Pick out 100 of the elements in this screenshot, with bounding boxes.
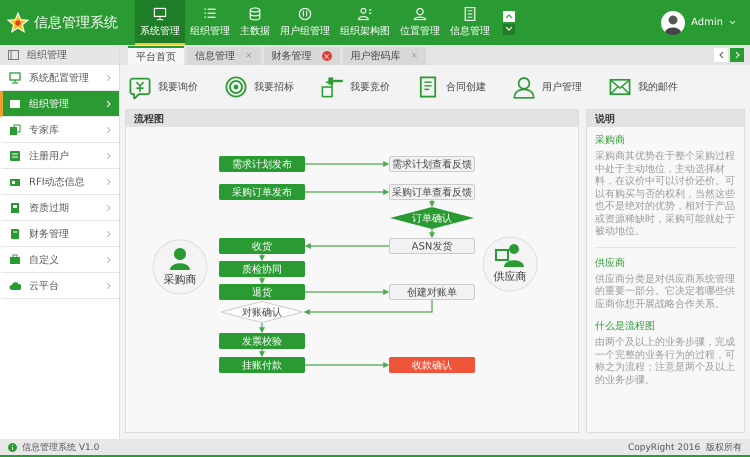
chevron-right-icon [734, 51, 740, 59]
card-icon [9, 98, 21, 110]
flow-step: 收款确认 [389, 357, 475, 373]
briefcase-icon [9, 254, 21, 266]
flow-step: 采购订单查看反馈 [389, 184, 475, 200]
shortcut-link[interactable]: 合同创建 [416, 75, 486, 99]
window-icon [8, 50, 19, 60]
sidebar-item[interactable]: RFI动态信息 [0, 169, 119, 195]
star-logo-icon [7, 12, 29, 34]
circle-icon [297, 6, 313, 22]
nav-item[interactable]: 组织管理 [185, 0, 235, 45]
nav-item[interactable]: 信息管理 [445, 0, 495, 45]
monitor-icon [152, 6, 168, 22]
chevron-icon [106, 282, 111, 290]
shortcut-link[interactable]: 用户管理 [512, 75, 582, 99]
close-button[interactable]: × [322, 51, 332, 61]
user-name[interactable]: Admin [691, 17, 723, 28]
chevron-up-icon [505, 13, 513, 19]
table-icon [9, 150, 21, 162]
sidebar-item[interactable]: 财务管理 [0, 221, 119, 247]
gavel-icon [320, 75, 344, 99]
panel-title: 说明 [595, 112, 615, 126]
flow-arrow [429, 229, 435, 238]
nav-item[interactable]: 用户组管理 [275, 0, 335, 45]
nav-item[interactable]: 系统管理 [135, 0, 185, 45]
flow-arrow [429, 200, 435, 208]
file-icon [9, 202, 21, 214]
chevron-left-icon [718, 51, 724, 59]
document-icon [462, 6, 478, 22]
section-text: 供应商分类是对供应商系统管理的重要一部分。它决定着哪些供应商你想开展战略合作关系。 [595, 274, 736, 311]
copy-icon [9, 124, 21, 136]
shortcut-link[interactable]: 我要询价 [128, 75, 198, 99]
chevron-icon [106, 204, 111, 212]
nav-item[interactable]: 组织架构图 [335, 0, 395, 45]
panel-title: 流程图 [134, 112, 164, 126]
monitor-icon [9, 72, 21, 84]
shortcut-link[interactable]: 我要竞价 [320, 75, 390, 99]
caret-icon[interactable] [729, 20, 736, 25]
sidebar-item[interactable]: 组织管理 [0, 91, 119, 117]
copyright-text: CopyRight 2016 版权所有 [628, 442, 742, 454]
cloud-icon [9, 280, 21, 292]
chevron-icon [106, 126, 111, 134]
chevron-icon [106, 152, 111, 160]
flow-step: 收货 [219, 238, 305, 254]
info-icon [8, 442, 17, 452]
tab[interactable]: 财务管理 [272, 49, 312, 63]
tab[interactable]: 信息管理 [195, 49, 235, 63]
flow-step: ASN发货 [389, 238, 475, 254]
flow-arrow [259, 254, 265, 262]
chevron-icon [106, 256, 111, 264]
chevron-icon [106, 230, 111, 238]
section-text: 采购商其优势在于整个采购过程中处于主动地位，主动选择材料，在议价中可以讨价还价。可以有购买与否的权利，当然这些也不是绝对的优势，相对于产品或资源稀缺时，采购可能就处于被动地位。 [595, 151, 736, 238]
app-title: 信息管理系统 [34, 14, 118, 32]
version-text: 信息管理系统 V1.0 [22, 442, 100, 454]
sidebar-item[interactable]: 自定义 [0, 247, 119, 273]
sidebar-item[interactable]: 注册用户 [0, 143, 119, 169]
sidebar-item[interactable]: 专家库 [0, 117, 119, 143]
section-text: 由两个及以上的业务步骤，完成一个完整的业务行为的过程，可称之为流程；注意是两个及以上的业务步骤。 [595, 337, 736, 387]
next-button[interactable] [730, 48, 744, 62]
yuan-chat-icon [128, 75, 152, 99]
tab[interactable]: 用户密码库 [350, 49, 401, 63]
flow-step: 需求计划查看反馈 [389, 156, 475, 172]
user-icon [512, 75, 536, 99]
previous-button[interactable] [714, 48, 728, 62]
scroll-down-button[interactable] [503, 24, 515, 34]
calculator-icon [9, 228, 21, 240]
flow-decision: 对账确认 [220, 300, 304, 324]
chevron-down-icon [505, 26, 513, 32]
shortcut-link[interactable]: 我要招标 [224, 75, 294, 99]
target-icon [224, 75, 248, 99]
database-icon [247, 6, 263, 22]
flow-arrow [259, 323, 265, 334]
avatar-icon[interactable] [661, 10, 686, 34]
flow-arrow [259, 349, 265, 358]
section-heading: 采购商 [595, 134, 626, 147]
chevron-icon [106, 74, 111, 82]
actor-badge: 采购商 [152, 240, 208, 294]
chevron-icon [106, 178, 111, 186]
nav-item[interactable]: 位置管理 [395, 0, 445, 45]
flow-step: 挂账付款 [219, 357, 305, 373]
flow-step: 质检协同 [219, 261, 305, 277]
chevron-icon [106, 100, 111, 108]
flow-decision: 订单确认 [390, 207, 474, 229]
actor-badge: 供应商 [482, 236, 538, 292]
sidebar-item[interactable]: 云平台 [0, 273, 119, 299]
flow-step: 采购订单发布 [219, 184, 305, 200]
sidebar-title: 组织管理 [27, 49, 67, 62]
user-list-icon [357, 6, 373, 22]
flow-arrow [259, 277, 265, 284]
flow-step: 退货 [219, 284, 305, 300]
flow-step: 创建对账单 [389, 284, 475, 300]
flow-step: 发票校验 [219, 333, 305, 349]
section-heading: 供应商 [595, 256, 626, 270]
shortcut-link[interactable]: 我的邮件 [608, 75, 678, 99]
user-icon [412, 6, 428, 22]
nav-item[interactable]: 主数据 [235, 0, 275, 45]
flow-step: 需求计划发布 [219, 156, 305, 172]
section-heading: 什么是流程图 [595, 320, 656, 333]
sidebar-item[interactable]: 资质过期 [0, 195, 119, 221]
scroll-up-button[interactable] [503, 10, 515, 22]
